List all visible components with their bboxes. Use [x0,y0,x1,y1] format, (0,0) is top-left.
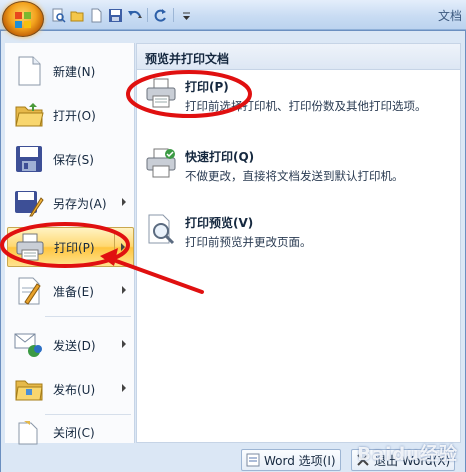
menu-item-save-as[interactable]: 另存为(A) [7,183,134,223]
save-disk-icon [13,143,45,175]
menu-item-label: 发送(D) [53,338,96,353]
toolbar-separator [173,8,174,22]
open-icon[interactable] [69,7,86,24]
menu-item-save[interactable]: 保存(S) [7,139,134,179]
menu-item-send[interactable]: 发送(D) [7,325,134,365]
save-icon[interactable] [107,7,124,24]
menu-item-label: 发布(U) [53,382,96,397]
menu-item-prepare[interactable]: 准备(E) [7,271,134,311]
print-preview-icon[interactable] [50,7,67,24]
menu-item-close[interactable]: 关闭(C) [7,419,134,445]
print-submenu: 预览并打印文档 打印(P) 打印前选择打印机、打印份数及其他打印选项。 快速打印… [136,43,461,443]
menu-item-publish[interactable]: 发布(U) [7,369,134,409]
submenu-header: 预览并打印文档 [137,44,460,70]
menu-item-new[interactable]: 新建(N) [7,51,134,91]
word-options-label: Word 选项(I) [264,453,336,468]
menu-item-label: 保存(S) [53,152,94,167]
customize-toolbar-icon[interactable] [178,7,195,24]
print-preview-icon [143,214,179,250]
menu-divider [45,316,131,317]
menu-item-label: 关闭(C) [53,425,95,440]
submenu-option-print-preview[interactable]: 打印预览(V) 打印前预览并更改页面。 [143,214,455,250]
option-description: 打印前预览并更改页面。 [185,235,312,249]
title-bar: 文档 [0,0,466,37]
menu-item-label: 打印(P) [54,240,95,255]
undo-icon[interactable] [126,7,143,24]
quick-print-icon [143,148,179,184]
quick-access-toolbar [50,6,195,24]
prepare-document-icon [13,275,45,307]
submenu-option-print[interactable]: 打印(P) 打印前选择打印机、打印份数及其他打印选项。 [143,78,455,114]
menu-item-print[interactable]: 打印(P) [7,227,134,267]
submenu-arrow-icon [122,286,126,294]
new-document-icon [13,55,45,87]
office-button[interactable] [2,1,44,37]
save-as-icon [13,187,45,219]
submenu-arrow-icon [122,198,126,206]
menu-item-label: 打开(O) [53,108,96,123]
menu-item-label: 另存为(A) [53,196,107,211]
submenu-arrow-icon [122,340,126,348]
open-folder-icon [13,99,45,131]
office-menu: 新建(N) 打开(O) 保存(S) 另存为(A) 打印(P) 准备(E) 发送(… [0,30,466,472]
option-description: 打印前选择打印机、打印份数及其他打印选项。 [185,99,427,113]
redo-icon[interactable] [152,7,169,24]
printer-icon [14,231,46,263]
toolbar-separator [147,8,148,22]
new-icon[interactable] [88,7,105,24]
option-title: 打印(P) [185,80,229,94]
window-title: 文档 [437,9,462,23]
option-title: 快速打印(Q) [185,150,255,164]
word-options-button[interactable]: Word 选项(I) [241,449,341,471]
option-title: 打印预览(V) [185,216,254,230]
submenu-arrow-icon [121,243,125,251]
send-icon [13,329,45,361]
menu-divider [45,414,131,415]
office-logo-icon [15,12,31,28]
submenu-arrow-icon [122,384,126,392]
options-icon [246,453,260,467]
option-description: 不做更改，直接将文档发送到默认打印机。 [185,169,404,183]
watermark: Baidu经验 [357,444,458,465]
menu-command-list: 新建(N) 打开(O) 保存(S) 另存为(A) 打印(P) 准备(E) 发送(… [5,43,135,445]
menu-item-label: 新建(N) [53,64,96,79]
menu-item-open[interactable]: 打开(O) [7,95,134,135]
publish-folder-icon [13,373,45,405]
split-divider [114,232,115,264]
menu-item-label: 准备(E) [53,284,94,299]
close-document-icon [13,416,45,448]
printer-icon [143,78,179,114]
submenu-option-quick-print[interactable]: 快速打印(Q) 不做更改，直接将文档发送到默认打印机。 [143,148,455,184]
